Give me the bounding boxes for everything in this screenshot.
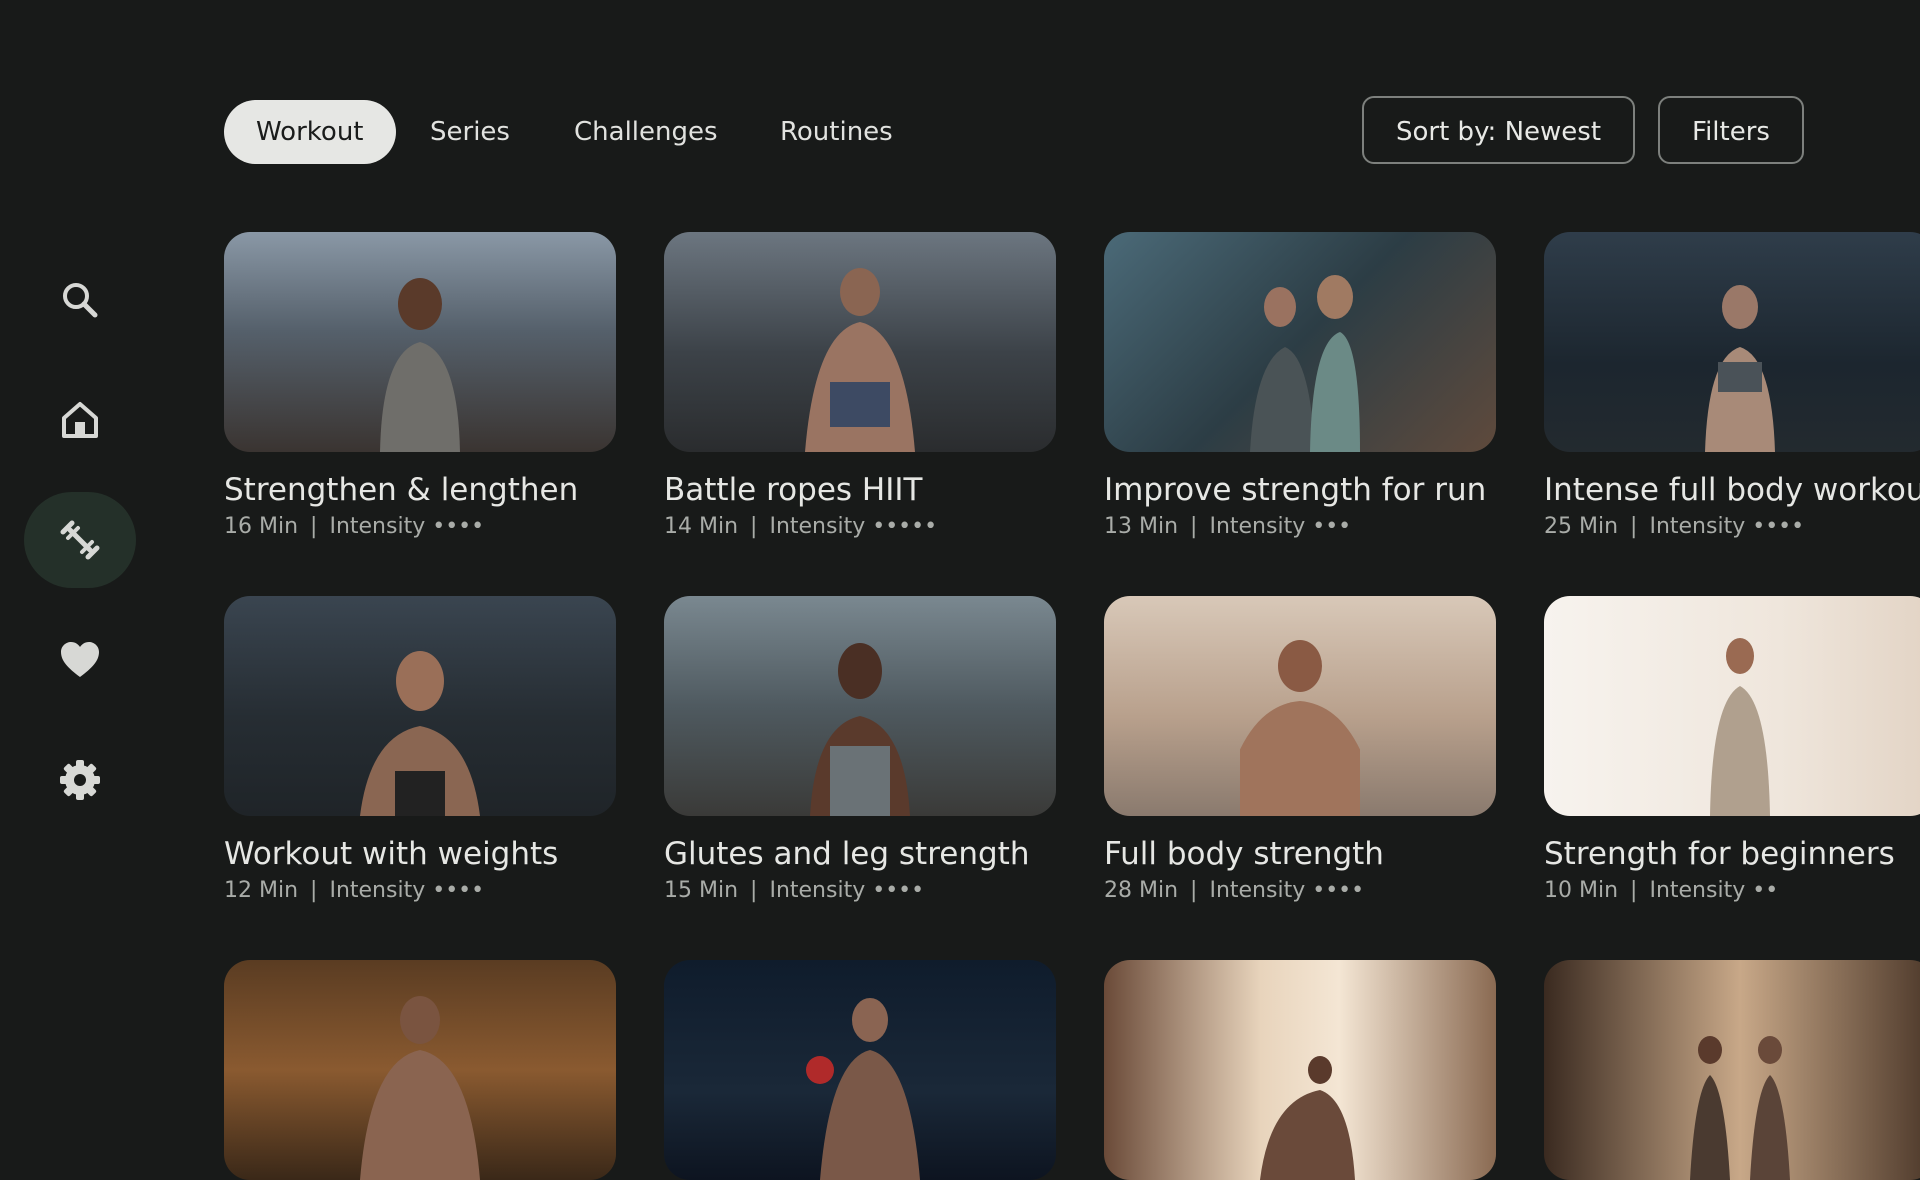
- workout-card[interactable]: Full body strength 28 Min | Intensity ••••: [1104, 596, 1496, 903]
- intensity-label: Intensity: [769, 878, 866, 903]
- workout-thumbnail: [224, 596, 616, 816]
- workout-title: Intense full body workout: [1544, 472, 1920, 508]
- workout-thumbnail: [664, 232, 1056, 452]
- tab-series[interactable]: Series: [398, 100, 542, 164]
- filters-button[interactable]: Filters: [1658, 96, 1804, 164]
- workout-title: Strengthen & lengthen: [224, 472, 579, 508]
- intensity-label: Intensity: [1209, 878, 1306, 903]
- gear-icon: [60, 760, 100, 800]
- workout-thumbnail: [1104, 596, 1496, 816]
- duration: 12 Min: [224, 878, 299, 903]
- nav-home[interactable]: [24, 372, 136, 468]
- workout-card[interactable]: [1544, 960, 1920, 1180]
- workout-thumbnail: [1544, 232, 1920, 452]
- filter-bar: Workout Series Challenges Routines Sort …: [224, 96, 1920, 164]
- workout-title: Full body strength: [1104, 836, 1384, 872]
- workout-card[interactable]: Strengthen & lengthen 16 Min | Intensity •…: [224, 232, 616, 539]
- workout-meta: 16 Min | Intensity ••••: [224, 514, 485, 539]
- sort-button[interactable]: Sort by: Newest: [1362, 96, 1636, 164]
- workout-thumbnail: [664, 960, 1056, 1180]
- workout-card[interactable]: Battle ropes HIIT 14 Min | Intensity •••••: [664, 232, 1056, 539]
- intensity-dots: •••: [1312, 514, 1352, 539]
- intensity-label: Intensity: [329, 514, 426, 539]
- workout-title: Workout with weights: [224, 836, 559, 872]
- home-icon: [62, 402, 98, 438]
- intensity-dots: ••••: [432, 878, 485, 903]
- intensity-dots: ••••: [1312, 878, 1365, 903]
- workout-meta: 15 Min | Intensity ••••: [664, 878, 925, 903]
- nav-search[interactable]: [24, 252, 136, 348]
- workout-card[interactable]: Improve strength for run 13 Min | Intensit…: [1104, 232, 1496, 539]
- workout-title: Glutes and leg strength: [664, 836, 1030, 872]
- workout-card[interactable]: [1104, 960, 1496, 1180]
- nav-workouts[interactable]: [24, 492, 136, 588]
- workout-title: Strength for beginners: [1544, 836, 1895, 872]
- workout-thumbnail: [224, 960, 616, 1180]
- dumbbell-icon: [60, 520, 100, 560]
- workout-meta: 25 Min | Intensity ••••: [1544, 514, 1805, 539]
- intensity-label: Intensity: [1649, 878, 1746, 903]
- duration: 10 Min: [1544, 878, 1619, 903]
- workout-card[interactable]: Glutes and leg strength 15 Min | Intensity…: [664, 596, 1056, 903]
- workout-card[interactable]: Strength for beginners 10 Min | Intensity …: [1544, 596, 1920, 903]
- intensity-dots: •••••: [872, 514, 938, 539]
- intensity-label: Intensity: [329, 878, 426, 903]
- workout-meta: 13 Min | Intensity •••: [1104, 514, 1352, 539]
- intensity-dots: ••••: [432, 514, 485, 539]
- duration: 15 Min: [664, 878, 739, 903]
- sidebar: [0, 0, 160, 1080]
- duration: 13 Min: [1104, 514, 1179, 539]
- workout-thumbnail: [1544, 960, 1920, 1180]
- intensity-label: Intensity: [1209, 514, 1306, 539]
- duration: 16 Min: [224, 514, 299, 539]
- intensity-label: Intensity: [769, 514, 866, 539]
- tab-workout[interactable]: Workout: [224, 100, 396, 164]
- workout-meta: 10 Min | Intensity ••: [1544, 878, 1779, 903]
- workout-title: Improve strength for run: [1104, 472, 1487, 508]
- intensity-dots: ••: [1752, 878, 1779, 903]
- duration: 14 Min: [664, 514, 739, 539]
- workout-meta: 28 Min | Intensity ••••: [1104, 878, 1365, 903]
- workout-thumbnail: [1544, 596, 1920, 816]
- tab-challenges[interactable]: Challenges: [542, 100, 750, 164]
- workout-card[interactable]: Workout with weights 12 Min | Intensity ••…: [224, 596, 616, 903]
- workout-title: Battle ropes HIIT: [664, 472, 923, 508]
- intensity-label: Intensity: [1649, 514, 1746, 539]
- duration: 25 Min: [1544, 514, 1619, 539]
- workout-thumbnail: [1104, 960, 1496, 1180]
- workout-card[interactable]: [224, 960, 616, 1180]
- search-icon: [63, 283, 98, 318]
- workout-card[interactable]: Intense full body workout 25 Min | Intensi…: [1544, 232, 1920, 539]
- intensity-dots: ••••: [872, 878, 925, 903]
- duration: 28 Min: [1104, 878, 1179, 903]
- heart-icon: [61, 642, 99, 677]
- workout-thumbnail: [1104, 232, 1496, 452]
- nav-favorites[interactable]: [24, 612, 136, 708]
- workout-meta: 14 Min | Intensity •••••: [664, 514, 938, 539]
- workout-thumbnail: [224, 232, 616, 452]
- workout-meta: 12 Min | Intensity ••••: [224, 878, 485, 903]
- tab-routines[interactable]: Routines: [748, 100, 925, 164]
- workout-card[interactable]: [664, 960, 1056, 1180]
- workout-thumbnail: [664, 596, 1056, 816]
- intensity-dots: ••••: [1752, 514, 1805, 539]
- nav-settings[interactable]: [24, 732, 136, 828]
